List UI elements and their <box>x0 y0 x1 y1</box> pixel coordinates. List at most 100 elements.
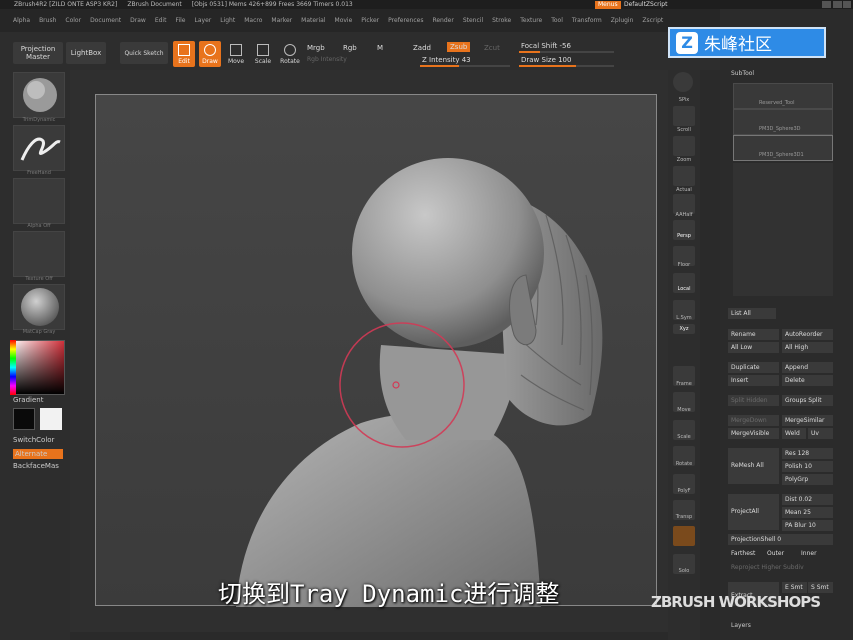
scale-button[interactable]: Scale <box>252 41 274 67</box>
merge-similar-button[interactable]: MergeSimilar <box>782 415 833 426</box>
alpha-thumbnail[interactable] <box>13 178 65 224</box>
pa-blur-slider[interactable]: PA Blur 10 <box>782 520 833 531</box>
menu-item[interactable]: Alpha <box>13 17 30 32</box>
ghost-button[interactable] <box>673 526 695 546</box>
projection-master-button[interactable]: Projection Master <box>13 42 63 64</box>
merge-visible-button[interactable]: MergeVisible <box>728 428 779 439</box>
all-high-button[interactable]: All High <box>782 342 833 353</box>
canvas[interactable] <box>70 70 668 632</box>
s-smt-slider[interactable]: S Smt <box>808 582 833 593</box>
draw-size-track[interactable] <box>519 65 614 67</box>
switchcolor-button[interactable]: SwitchColor <box>13 436 54 444</box>
z-intensity-slider[interactable]: Z Intensity 43 <box>422 56 471 64</box>
rgb-button[interactable]: Rgb <box>343 44 357 52</box>
append-button[interactable]: Append <box>782 362 833 373</box>
subtool-item-selected[interactable]: PM3D_Sphere3D1 <box>733 135 833 161</box>
z-intensity-track[interactable] <box>420 65 510 67</box>
delete-button[interactable]: Delete <box>782 375 833 386</box>
projection-shell-slider[interactable]: ProjectionShell 0 <box>728 534 833 545</box>
menu-item[interactable]: Picker <box>361 17 379 32</box>
menu-item[interactable]: Stroke <box>492 17 511 32</box>
scroll-button[interactable] <box>673 106 695 126</box>
menu-item[interactable]: Brush <box>39 17 56 32</box>
close-button[interactable] <box>843 1 851 8</box>
persp-button[interactable]: Persp <box>673 220 695 240</box>
material-thumbnail[interactable] <box>13 284 65 330</box>
brush-thumbnail[interactable] <box>13 72 65 118</box>
zadd-button[interactable]: Zadd <box>413 44 431 52</box>
zcut-button[interactable]: Zcut <box>484 44 500 52</box>
subtool-item[interactable]: PM3D_Sphere3D <box>733 109 833 135</box>
res-slider[interactable]: Res 128 <box>782 448 833 459</box>
mean-slider[interactable]: Mean 25 <box>782 507 833 518</box>
menu-item[interactable]: File <box>175 17 185 32</box>
all-low-button[interactable]: All Low <box>728 342 779 353</box>
subtool-item[interactable]: Reserved_Tool <box>733 83 833 109</box>
list-all-button[interactable]: List All <box>728 308 776 319</box>
menu-item[interactable]: Texture <box>520 17 542 32</box>
focal-shift-slider[interactable]: Focal Shift -56 <box>521 42 571 50</box>
outer-button[interactable]: Outer <box>764 548 798 559</box>
menu-item[interactable]: Zplugin <box>611 17 634 32</box>
menu-item[interactable]: Draw <box>130 17 146 32</box>
menu-item[interactable]: Preferences <box>388 17 423 32</box>
menu-item[interactable]: Edit <box>155 17 167 32</box>
groups-split-button[interactable]: Groups Split <box>782 395 833 406</box>
uv-button[interactable]: Uv <box>808 428 833 439</box>
local-button[interactable]: Local <box>673 273 695 293</box>
remesh-all-button[interactable]: ReMesh All <box>728 448 779 484</box>
farthest-button[interactable]: Farthest <box>728 548 763 559</box>
autoreorder-button[interactable]: AutoReorder <box>782 329 833 340</box>
insert-button[interactable]: Insert <box>728 375 779 386</box>
lightbox-button[interactable]: LightBox <box>66 42 106 64</box>
rename-button[interactable]: Rename <box>728 329 779 340</box>
menu-item[interactable]: Material <box>301 17 325 32</box>
merge-down-button[interactable]: MergeDown <box>728 415 779 426</box>
inner-button[interactable]: Inner <box>798 548 833 559</box>
xyz-button[interactable]: Xyz <box>673 324 695 334</box>
m-button[interactable]: M <box>377 44 383 52</box>
polygrp-button[interactable]: PolyGrp <box>782 474 833 485</box>
gradient-toggle[interactable]: Gradient <box>13 396 43 404</box>
zoom-button[interactable] <box>673 136 695 156</box>
draw-button[interactable]: Draw <box>199 41 221 67</box>
edit-button[interactable]: Edit <box>173 41 195 67</box>
quick-sketch-button[interactable]: Quick Sketch <box>120 42 168 64</box>
menu-item[interactable]: Document <box>90 17 121 32</box>
default-zscript-button[interactable]: DefaultZScript <box>624 1 667 9</box>
menu-item[interactable]: Macro <box>244 17 262 32</box>
mrgb-button[interactable]: Mrgb <box>307 44 325 52</box>
menu-item[interactable]: Layer <box>195 17 212 32</box>
texture-thumbnail[interactable] <box>13 231 65 277</box>
focal-shift-track[interactable] <box>519 51 614 53</box>
stroke-thumbnail[interactable] <box>13 125 65 171</box>
menu-item[interactable]: Tool <box>551 17 563 32</box>
subtool-title[interactable]: SubTool <box>728 68 833 79</box>
draw-size-slider[interactable]: Draw Size 100 <box>521 56 571 64</box>
alternate-button[interactable]: Alternate <box>13 449 63 459</box>
color-picker[interactable] <box>10 340 65 395</box>
menu-item[interactable]: Marker <box>271 17 292 32</box>
hue-strip[interactable] <box>10 340 16 395</box>
menu-item[interactable]: Zscript <box>642 17 663 32</box>
zsub-button[interactable]: Zsub <box>447 42 471 52</box>
secondary-color-swatch[interactable] <box>40 408 62 430</box>
menu-item[interactable]: Light <box>220 17 235 32</box>
maximize-button[interactable] <box>833 1 842 8</box>
duplicate-button[interactable]: Duplicate <box>728 362 779 373</box>
polish-slider[interactable]: Polish 10 <box>782 461 833 472</box>
project-all-button[interactable]: ProjectAll <box>728 494 779 530</box>
layers-title[interactable]: Layers <box>728 620 833 631</box>
reproject-higher-subdiv-button[interactable]: Reproject Higher Subdiv <box>728 562 833 573</box>
menu-item[interactable]: Stencil <box>463 17 483 32</box>
backfacemask-button[interactable]: BackfaceMas <box>13 462 59 470</box>
weld-button[interactable]: Weld <box>782 428 806 439</box>
primary-color-swatch[interactable] <box>13 408 35 430</box>
rgb-intensity-slider[interactable]: Rgb Intensity <box>307 56 347 63</box>
menu-item[interactable]: Movie <box>335 17 353 32</box>
document-viewport[interactable] <box>95 94 657 607</box>
move-button[interactable]: Move <box>225 41 247 67</box>
menus-button[interactable]: Menus <box>595 1 621 9</box>
aahalf-button[interactable] <box>673 194 695 214</box>
actual-button[interactable] <box>673 166 695 186</box>
